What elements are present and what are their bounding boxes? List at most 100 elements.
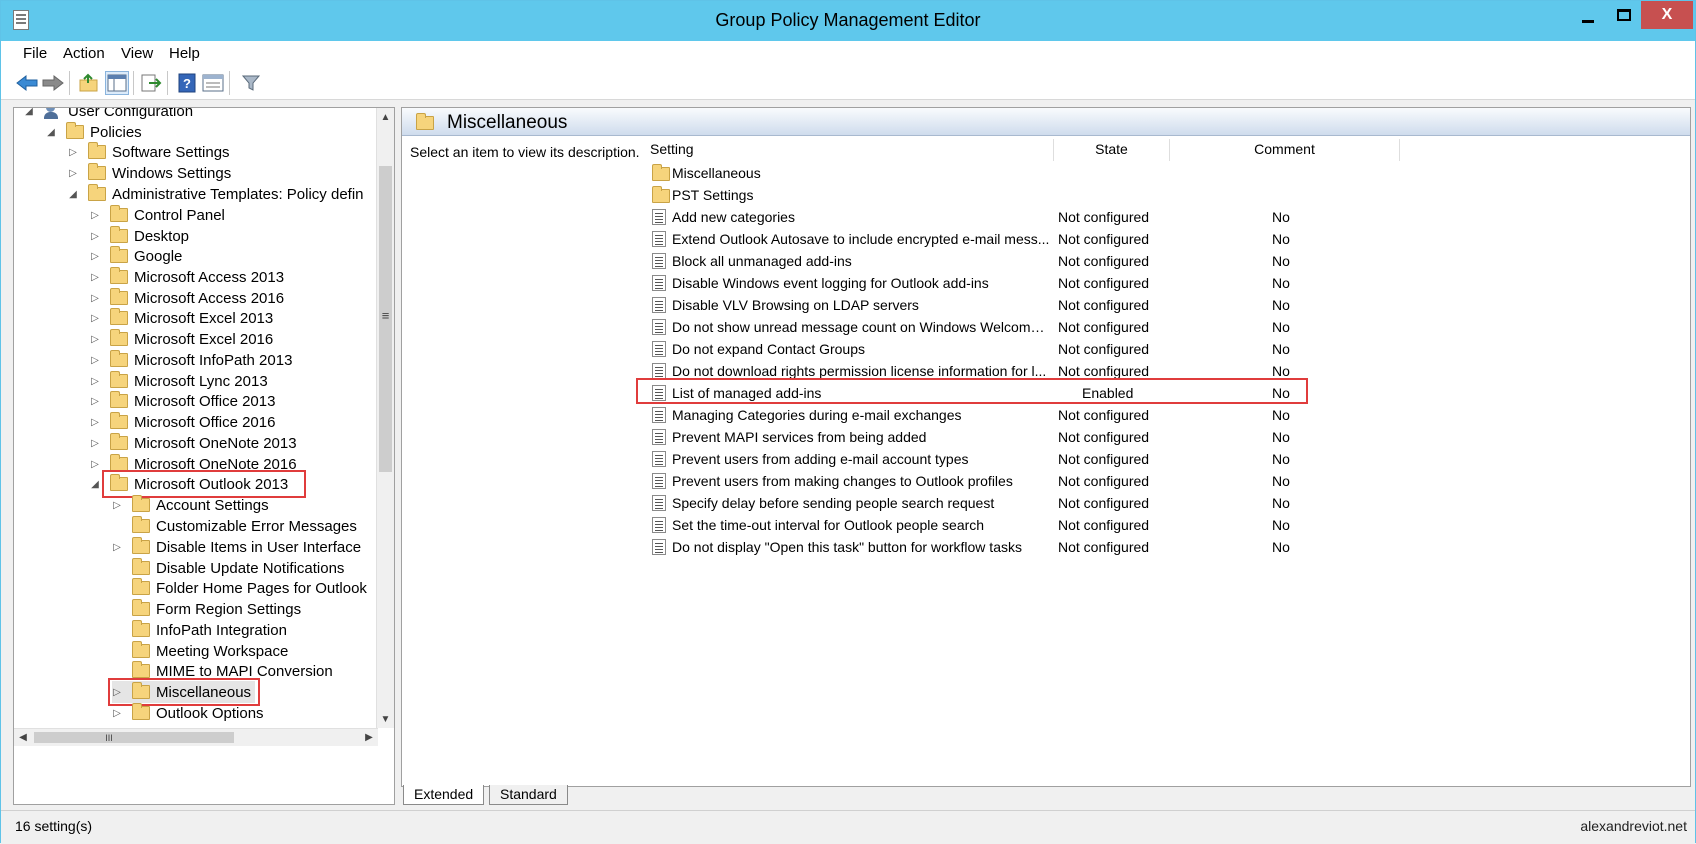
back-button[interactable]	[15, 71, 39, 95]
table-row[interactable]: Prevent users from making changes to Out…	[646, 470, 1426, 492]
export-list-icon	[141, 74, 162, 92]
table-row[interactable]: Block all unmanaged add-ins Not configur…	[646, 250, 1426, 272]
table-row[interactable]: Do not show unread message count on Wind…	[646, 316, 1426, 338]
table-row[interactable]: Managing Categories during e-mail exchan…	[646, 404, 1426, 426]
close-button[interactable]: X	[1641, 1, 1693, 29]
expander-icon[interactable]: ▷	[68, 168, 78, 179]
tree-item-control-panel[interactable]: ▷ Control Panel	[90, 204, 225, 226]
tree-vertical-scrollbar[interactable]: ▲ ≡ ▼	[376, 108, 394, 728]
setting-comment: No	[1272, 495, 1290, 511]
table-row[interactable]: Specify delay before sending people sear…	[646, 492, 1426, 514]
expander-icon[interactable]: ◢	[90, 479, 100, 490]
tree-item-excel-2016[interactable]: ▷ Microsoft Excel 2016	[90, 328, 273, 350]
help-button[interactable]: ?	[175, 71, 199, 95]
tab-standard[interactable]: Standard	[489, 785, 568, 805]
tree-item-disable-update-notifications[interactable]: Disable Update Notifications	[112, 557, 344, 579]
menu-action[interactable]: Action	[63, 45, 105, 62]
expander-icon[interactable]: ▷	[90, 210, 100, 221]
expander-icon[interactable]: ▷	[90, 459, 100, 470]
table-row[interactable]: Do not display "Open this task" button f…	[646, 536, 1426, 558]
scroll-left-icon[interactable]: ◀	[14, 729, 32, 746]
tree-item-outlook-options[interactable]: ▷ Outlook Options	[112, 702, 264, 724]
tree-item-lync-2013[interactable]: ▷ Microsoft Lync 2013	[90, 370, 268, 392]
tree-item-access-2016[interactable]: ▷ Microsoft Access 2016	[90, 287, 284, 309]
folder-icon	[132, 599, 150, 616]
expander-icon[interactable]: ◢	[46, 127, 56, 138]
expander-icon[interactable]: ▷	[90, 272, 100, 283]
menu-file[interactable]: File	[23, 45, 47, 62]
tree-item-software-settings[interactable]: ▷ Software Settings	[68, 141, 230, 163]
tree-item-label: Microsoft Office 2016	[134, 413, 276, 431]
properties-button[interactable]	[201, 71, 225, 95]
table-row[interactable]: Disable VLV Browsing on LDAP servers Not…	[646, 294, 1426, 316]
tree-item-excel-2013[interactable]: ▷ Microsoft Excel 2013	[90, 307, 273, 329]
column-header-comment[interactable]: Comment	[1170, 139, 1400, 161]
expander-icon[interactable]: ◢	[24, 108, 34, 117]
tree-item-meeting-workspace[interactable]: Meeting Workspace	[112, 640, 288, 662]
tree-item-windows-settings[interactable]: ▷ Windows Settings	[68, 162, 231, 184]
up-one-level-button[interactable]	[77, 71, 101, 95]
table-row[interactable]: Prevent users from adding e-mail account…	[646, 448, 1426, 470]
scroll-up-icon[interactable]: ▲	[377, 108, 394, 126]
menu-view[interactable]: View	[121, 45, 153, 62]
tab-extended[interactable]: Extended	[403, 785, 485, 805]
tree-item-user-configuration[interactable]: ◢ User Configuration	[24, 108, 193, 122]
expander-icon[interactable]: ▷	[90, 231, 100, 242]
folder-icon	[110, 454, 128, 471]
expander-icon[interactable]: ▷	[90, 438, 100, 449]
console-tree[interactable]: ◢ User Configuration ◢ Policies ▷ Softwa…	[13, 107, 395, 805]
tree-item-infopath-integration[interactable]: InfoPath Integration	[112, 619, 287, 641]
tree-item-office-2016[interactable]: ▷ Microsoft Office 2016	[90, 411, 275, 433]
tree-item-account-settings[interactable]: ▷ Account Settings	[112, 494, 269, 516]
expander-icon[interactable]: ▷	[90, 313, 100, 324]
tree-item-policies[interactable]: ◢ Policies	[46, 121, 142, 143]
expander-icon[interactable]: ▷	[112, 542, 122, 553]
menu-help[interactable]: Help	[169, 45, 200, 62]
tree-horizontal-scrollbar[interactable]: ◀ III ▶	[14, 728, 378, 746]
export-list-button[interactable]	[139, 71, 163, 95]
table-row[interactable]: Extend Outlook Autosave to include encry…	[646, 228, 1426, 250]
tree-item-folder-home-pages[interactable]: Folder Home Pages for Outlook	[112, 577, 367, 599]
table-row[interactable]: Prevent MAPI services from being added N…	[646, 426, 1426, 448]
expander-icon[interactable]: ▷	[90, 417, 100, 428]
forward-button[interactable]	[41, 71, 65, 95]
maximize-button[interactable]	[1607, 1, 1641, 29]
column-header-state[interactable]: State	[1054, 139, 1170, 161]
tree-item-desktop[interactable]: ▷ Desktop	[90, 225, 189, 247]
tree-item-infopath-2013[interactable]: ▷ Microsoft InfoPath 2013	[90, 349, 292, 371]
expander-icon[interactable]: ▷	[90, 293, 100, 304]
minimize-button[interactable]	[1571, 1, 1605, 29]
scroll-right-icon[interactable]: ▶	[360, 729, 378, 746]
table-row[interactable]: Do not expand Contact Groups Not configu…	[646, 338, 1426, 360]
tree-item-administrative-templates[interactable]: ◢ Administrative Templates: Policy defin	[68, 183, 364, 205]
details-header: Miscellaneous	[402, 108, 1690, 136]
table-row[interactable]: Add new categories Not configured No	[646, 206, 1426, 228]
expander-icon[interactable]: ▷	[90, 376, 100, 387]
tree-item-google[interactable]: ▷ Google	[90, 245, 182, 267]
show-hide-tree-button[interactable]	[105, 71, 129, 95]
tree-item-form-region-settings[interactable]: Form Region Settings	[112, 598, 301, 620]
expander-icon[interactable]: ▷	[90, 355, 100, 366]
expander-icon[interactable]: ◢	[68, 189, 78, 200]
expander-icon[interactable]: ▷	[90, 396, 100, 407]
table-row[interactable]: Disable Windows event logging for Outloo…	[646, 272, 1426, 294]
tree-item-label: Disable Items in User Interface	[156, 538, 362, 556]
list-folder-row[interactable]: PST Settings	[646, 184, 1426, 206]
expander-icon[interactable]: ▷	[112, 500, 122, 511]
table-row[interactable]: Set the time-out interval for Outlook pe…	[646, 514, 1426, 536]
tree-item-onenote-2013[interactable]: ▷ Microsoft OneNote 2013	[90, 432, 297, 454]
expander-icon[interactable]: ▷	[112, 708, 122, 719]
expander-icon[interactable]: ▷	[68, 147, 78, 158]
scroll-down-icon[interactable]: ▼	[377, 710, 394, 728]
scroll-thumb[interactable]	[34, 732, 234, 743]
tree-item-customizable-error-messages[interactable]: Customizable Error Messages	[112, 515, 357, 537]
expander-icon[interactable]: ▷	[90, 251, 100, 262]
filter-button[interactable]	[239, 71, 263, 95]
expander-icon[interactable]: ▷	[90, 334, 100, 345]
list-folder-row[interactable]: Miscellaneous	[646, 162, 1426, 184]
tree-item-access-2013[interactable]: ▷ Microsoft Access 2013	[90, 266, 284, 288]
column-header-setting[interactable]: Setting	[650, 139, 1054, 161]
tree-item-office-2013[interactable]: ▷ Microsoft Office 2013	[90, 390, 275, 412]
tree-item-disable-items-ui[interactable]: ▷ Disable Items in User Interface	[112, 536, 361, 558]
title-bar[interactable]: Group Policy Management Editor X	[1, 1, 1695, 41]
